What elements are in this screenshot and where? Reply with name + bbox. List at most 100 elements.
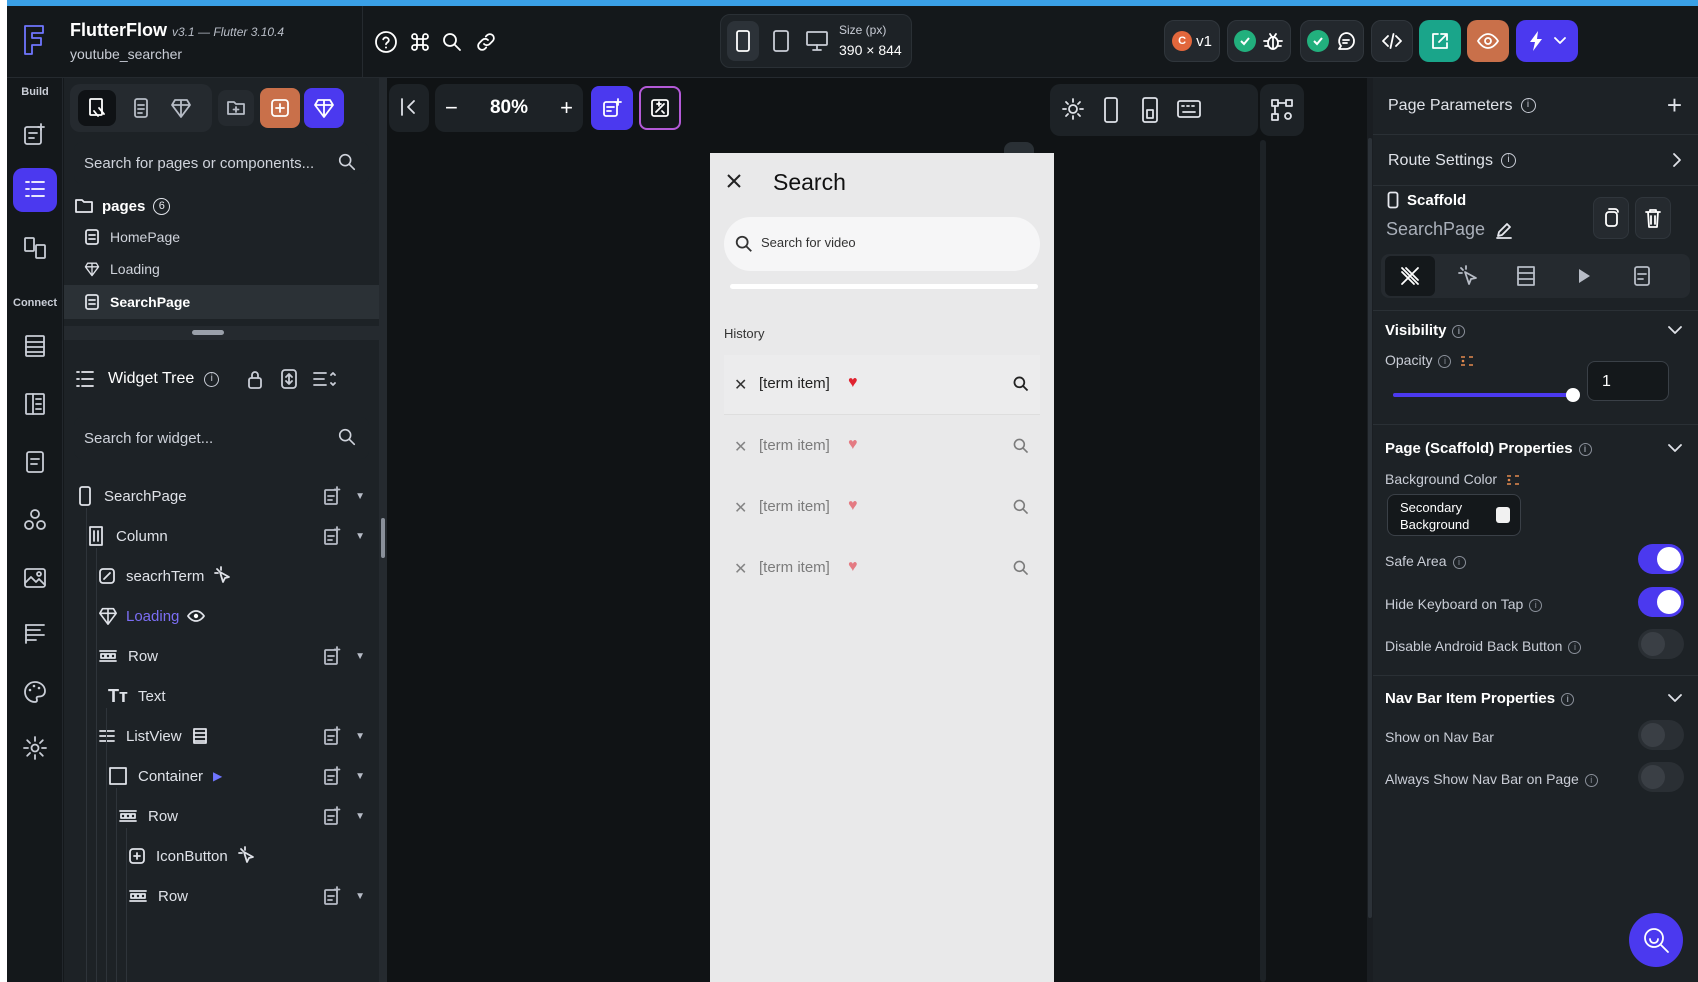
link-icon[interactable] xyxy=(471,21,501,63)
screen-layout-icon[interactable] xyxy=(1140,96,1160,124)
info-icon[interactable]: i xyxy=(1500,153,1516,169)
animation-play-tab-icon[interactable] xyxy=(1559,256,1609,296)
components-tab-icon[interactable] xyxy=(164,90,198,126)
project-name[interactable]: youtube_searcher xyxy=(70,46,182,62)
run-button[interactable] xyxy=(1516,20,1578,62)
database-icon[interactable] xyxy=(13,324,57,368)
variable-binding-icon[interactable] xyxy=(1505,472,1521,488)
close-icon[interactable] xyxy=(724,171,744,191)
caret-down-icon[interactable]: ▼ xyxy=(355,531,365,542)
duplicate-icon[interactable] xyxy=(1593,197,1629,239)
backend-query-tab-icon[interactable] xyxy=(1501,256,1551,296)
tree-node-container[interactable]: Container ▶ ▼ xyxy=(64,756,379,796)
page-state-tab-icon[interactable] xyxy=(1617,256,1667,296)
tree-node-column[interactable]: Column ▼ xyxy=(64,516,379,556)
heart-icon[interactable]: ♥ xyxy=(848,436,858,454)
zoom-in-icon[interactable]: + xyxy=(560,95,573,121)
history-item[interactable]: ✕ [term item] ♥ xyxy=(724,417,1040,477)
search-widget-box[interactable]: Search for widget... xyxy=(74,417,369,459)
pages-tab-icon[interactable] xyxy=(124,90,158,126)
opacity-input[interactable]: 1 xyxy=(1587,361,1669,401)
pages-folder[interactable]: pages 6 xyxy=(74,192,171,220)
search-widget-input[interactable]: Search for widget... xyxy=(84,430,213,447)
caret-down-icon[interactable]: ▼ xyxy=(355,811,365,822)
hide-keyboard-toggle[interactable] xyxy=(1638,587,1684,617)
safe-area-toggle[interactable] xyxy=(1638,544,1684,574)
tree-options-icon[interactable] xyxy=(312,369,336,389)
version-button[interactable]: C v1 xyxy=(1164,20,1220,62)
search-help-fab-icon[interactable] xyxy=(1629,913,1683,967)
info-icon[interactable]: i xyxy=(1584,773,1598,787)
page-item-searchpage[interactable]: SearchPage xyxy=(64,285,379,319)
page-item-homepage[interactable]: HomePage xyxy=(64,221,379,253)
widgets-tab-icon[interactable] xyxy=(78,90,116,126)
search-icon[interactable] xyxy=(1012,559,1030,577)
caret-down-icon[interactable]: ▼ xyxy=(355,491,365,502)
keyboard-icon[interactable] xyxy=(1176,98,1202,120)
desktop-device-icon[interactable] xyxy=(801,21,833,61)
add-component-icon[interactable] xyxy=(304,88,344,128)
add-widget-canvas-icon[interactable] xyxy=(591,86,633,130)
search-icon[interactable] xyxy=(1012,498,1030,516)
right-panel-resize-handle[interactable] xyxy=(1367,78,1373,982)
preview-eye-icon[interactable] xyxy=(1467,20,1509,62)
command-icon[interactable] xyxy=(405,21,435,63)
history-item[interactable]: ✕ [term item] ♥ xyxy=(724,478,1040,538)
search-field[interactable]: Search for video xyxy=(724,217,1040,271)
page-item-loading[interactable]: Loading xyxy=(64,253,379,285)
always-show-nav-toggle[interactable] xyxy=(1638,762,1684,792)
expand-collapse-icon[interactable] xyxy=(280,368,298,390)
tree-node-listview[interactable]: ListView ▼ xyxy=(64,716,379,756)
storyboard-icon[interactable] xyxy=(13,226,57,270)
history-item[interactable]: ✕ [term item] ♥ xyxy=(724,355,1040,415)
search-icon[interactable] xyxy=(1012,375,1030,393)
help-icon[interactable] xyxy=(371,21,401,63)
visibility-eye-icon[interactable] xyxy=(187,609,206,623)
heart-icon[interactable]: ♥ xyxy=(848,497,858,515)
caret-down-icon[interactable]: ▼ xyxy=(355,771,365,782)
api-calls-icon[interactable] xyxy=(13,382,57,426)
debug-button[interactable] xyxy=(1227,20,1291,62)
info-icon[interactable]: i xyxy=(1529,598,1543,612)
page-parameters-row[interactable]: Page Parameters i + xyxy=(1373,78,1698,134)
history-item[interactable]: ✕ [term item] ♥ xyxy=(724,539,1040,599)
magic-edit-icon[interactable] xyxy=(639,86,681,130)
settings-gear-icon[interactable] xyxy=(13,726,57,770)
add-child-icon[interactable] xyxy=(323,806,341,826)
light-mode-icon[interactable] xyxy=(1060,96,1086,122)
add-widget-icon[interactable] xyxy=(13,112,57,156)
left-panel-resize-handle[interactable] xyxy=(379,78,387,982)
device-frame-icon[interactable] xyxy=(1102,96,1120,124)
theme-palette-icon[interactable] xyxy=(13,670,57,714)
text-styles-icon[interactable] xyxy=(13,612,57,656)
tablet-device-icon[interactable] xyxy=(765,21,797,61)
edit-pencil-icon[interactable] xyxy=(1495,221,1513,239)
caret-down-icon[interactable]: ▼ xyxy=(355,891,365,902)
background-color-picker[interactable]: Secondary Background xyxy=(1387,494,1521,536)
search-icon[interactable] xyxy=(1012,437,1030,455)
phone-device-icon[interactable] xyxy=(727,21,759,61)
code-icon[interactable] xyxy=(1371,20,1413,62)
tree-node-searchterm[interactable]: seacrhTerm xyxy=(64,556,379,596)
panel-divider[interactable] xyxy=(64,326,379,340)
info-icon[interactable]: i xyxy=(1452,324,1466,338)
opacity-slider-thumb[interactable] xyxy=(1566,388,1580,402)
show-nav-toggle[interactable] xyxy=(1638,720,1684,750)
add-child-icon[interactable] xyxy=(323,646,341,666)
route-settings-row[interactable]: Route Settings i xyxy=(1373,135,1698,185)
add-child-icon[interactable] xyxy=(323,766,341,786)
heart-icon[interactable]: ♥ xyxy=(848,558,858,576)
add-parameter-icon[interactable]: + xyxy=(1667,90,1682,121)
caret-down-icon[interactable]: ▼ xyxy=(355,731,365,742)
search-pages-input[interactable]: Search for pages or components... xyxy=(84,155,314,172)
tree-node-text[interactable]: Tт Text xyxy=(64,676,379,716)
export-icon[interactable] xyxy=(1419,20,1461,62)
tree-settings-icon[interactable] xyxy=(1260,84,1304,136)
new-folder-icon[interactable] xyxy=(218,90,254,126)
remove-x-icon[interactable]: ✕ xyxy=(734,375,747,395)
add-page-icon[interactable] xyxy=(260,88,300,128)
widget-tree-nav-icon[interactable] xyxy=(13,168,57,212)
info-icon[interactable]: i xyxy=(1438,354,1452,368)
add-child-icon[interactable] xyxy=(323,726,341,746)
canvas-scrollbar[interactable] xyxy=(1260,140,1266,982)
